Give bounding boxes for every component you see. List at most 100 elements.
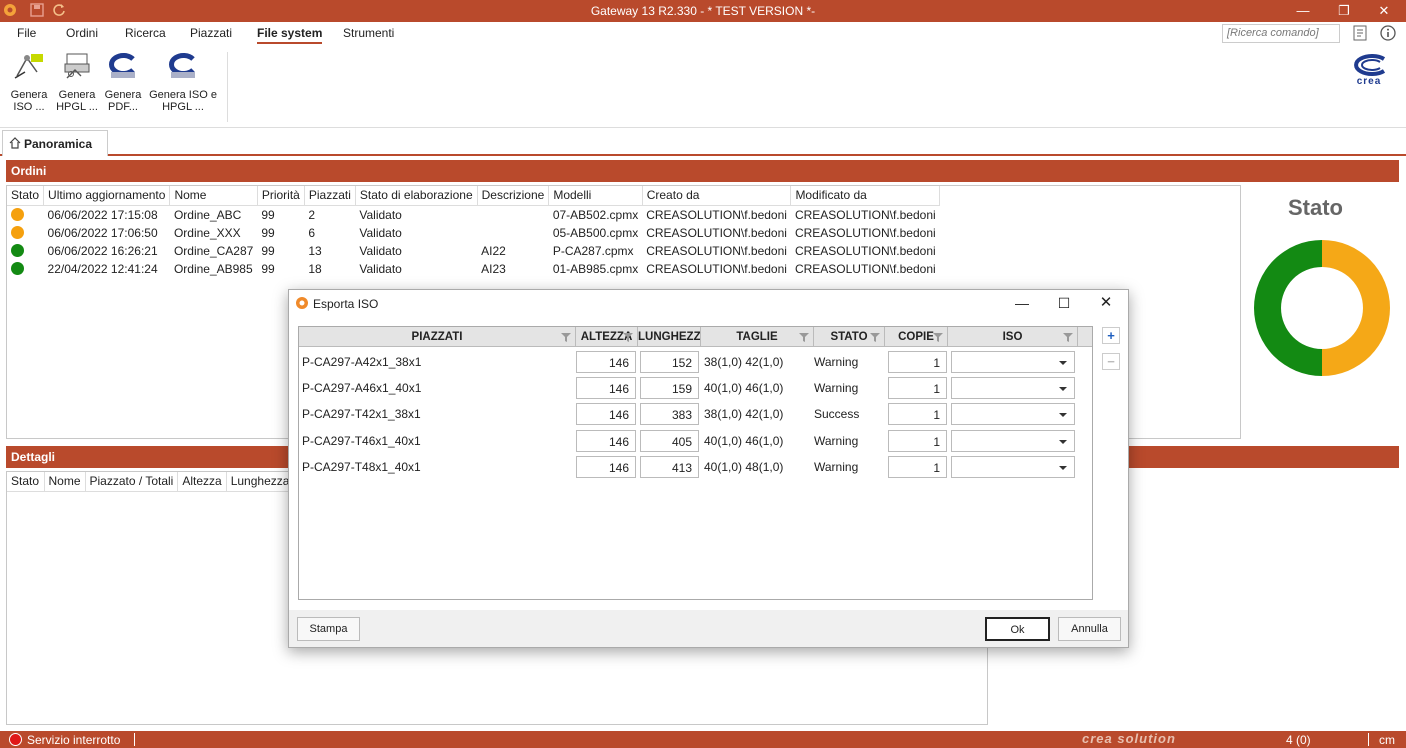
- menu-strumenti[interactable]: Strumenti: [343, 26, 394, 40]
- ordini-header-row: Stato Ultimo aggiornamento Nome Priorità…: [7, 186, 941, 206]
- altezza-field[interactable]: 146: [576, 377, 636, 399]
- piazzati-grid: PIAZZATI ALTEZZA LUNGHEZZA TAGLIE STATO …: [298, 326, 1093, 600]
- col-copie[interactable]: COPIE: [885, 327, 948, 347]
- menu-ricerca[interactable]: Ricerca: [125, 26, 166, 40]
- col-stato-elaborazione[interactable]: Stato di elaborazione: [355, 186, 478, 206]
- table-row[interactable]: P-CA297-T48x1_40x1 146 413 40(1,0) 48(1,…: [299, 454, 1092, 478]
- col-stato[interactable]: Stato: [7, 186, 45, 206]
- title-bar: Gateway 13 R2.330 - * TEST VERSION *- — …: [0, 0, 1406, 22]
- menu-piazzati[interactable]: Piazzati: [190, 26, 232, 40]
- altezza-field[interactable]: 146: [576, 351, 636, 373]
- col-modelli[interactable]: Modelli: [548, 186, 643, 206]
- command-search-input[interactable]: [Ricerca comando]: [1222, 24, 1340, 43]
- dettagli-header-row: Stato Nome Piazzato / Totali Altezza Lun…: [7, 472, 317, 492]
- service-status-icon: [9, 733, 22, 746]
- iso-select[interactable]: [951, 456, 1075, 478]
- altezza-field[interactable]: 146: [576, 456, 636, 478]
- copie-field[interactable]: 1: [888, 351, 947, 373]
- genera-pdf-button[interactable]: Genera PDF...: [100, 50, 146, 113]
- lunghezza-field[interactable]: 405: [640, 430, 699, 452]
- filter-icon[interactable]: [561, 332, 571, 342]
- document-icon[interactable]: [1353, 25, 1367, 41]
- unit-text[interactable]: cm: [1379, 733, 1395, 747]
- filter-icon[interactable]: [1063, 332, 1073, 342]
- genera-hpgl-button[interactable]: Genera HPGL ...: [54, 50, 100, 113]
- lunghezza-field[interactable]: 413: [640, 456, 699, 478]
- genera-iso-button[interactable]: Genera ISO ...: [6, 50, 52, 113]
- col-lunghezza[interactable]: Lunghezza: [226, 472, 295, 492]
- altezza-field[interactable]: 146: [576, 430, 636, 452]
- add-row-button[interactable]: +: [1102, 327, 1120, 344]
- iso-select[interactable]: [951, 377, 1075, 399]
- info-icon[interactable]: [1380, 25, 1396, 41]
- dialog-maximize-button[interactable]: ☐: [1053, 292, 1075, 314]
- table-row[interactable]: 06/06/2022 17:15:08 Ordine_ABC 99 2 Vali…: [7, 205, 940, 224]
- col-piazzati[interactable]: PIAZZATI: [299, 327, 576, 347]
- col-ultimo-aggiornamento[interactable]: Ultimo aggiornamento: [43, 186, 171, 206]
- stampa-button[interactable]: Stampa: [297, 617, 360, 641]
- col-iso[interactable]: ISO: [948, 327, 1078, 347]
- crea-logo-icon: [109, 53, 135, 78]
- copie-field[interactable]: 1: [888, 403, 947, 425]
- copie-field[interactable]: 1: [888, 430, 947, 452]
- table-row[interactable]: P-CA297-A42x1_38x1 146 152 38(1,0) 42(1,…: [299, 349, 1092, 373]
- col-nome[interactable]: Nome: [44, 472, 86, 492]
- table-row[interactable]: P-CA297-A46x1_40x1 146 159 40(1,0) 46(1,…: [299, 375, 1092, 399]
- lunghezza-field[interactable]: 152: [640, 351, 699, 373]
- table-row[interactable]: 22/04/2022 12:41:24 Ordine_AB985 99 18 V…: [7, 260, 940, 278]
- iso-export-icon: [14, 54, 43, 79]
- ok-button[interactable]: Ok: [985, 617, 1050, 641]
- col-priorita[interactable]: Priorità: [257, 186, 305, 206]
- dialog-minimize-button[interactable]: —: [1011, 292, 1033, 314]
- table-row[interactable]: 06/06/2022 16:26:21 Ordine_CA287 99 13 V…: [7, 242, 940, 260]
- col-creato-da[interactable]: Creato da: [642, 186, 792, 206]
- ribbon-separator: [227, 52, 228, 122]
- genera-iso-hpgl-button[interactable]: Genera ISO e HPGL ...: [148, 50, 218, 113]
- copie-field[interactable]: 1: [888, 456, 947, 478]
- menu-bar: File Ordini Ricerca Piazzati File system…: [0, 22, 1406, 46]
- col-altezza[interactable]: Altezza: [177, 472, 227, 492]
- col-taglie[interactable]: TAGLIE: [701, 327, 814, 347]
- col-stato[interactable]: Stato: [7, 472, 45, 492]
- col-lunghezza[interactable]: LUNGHEZZA: [638, 327, 701, 347]
- menu-file-system[interactable]: File system: [257, 26, 323, 44]
- lunghezza-field[interactable]: 159: [640, 377, 699, 399]
- col-descrizione[interactable]: Descrizione: [477, 186, 550, 206]
- crea-swoosh-icon: [1354, 54, 1386, 76]
- close-button[interactable]: ✕: [1364, 2, 1404, 20]
- col-stato[interactable]: STATO: [814, 327, 885, 347]
- table-row[interactable]: 06/06/2022 17:06:50 Ordine_XXX 99 6 Vali…: [7, 224, 940, 242]
- menu-file[interactable]: File: [17, 26, 36, 40]
- copie-field[interactable]: 1: [888, 377, 947, 399]
- status-bar: Servizio interrotto crea solution 4 (0) …: [0, 731, 1406, 748]
- altezza-field[interactable]: 146: [576, 403, 636, 425]
- iso-select[interactable]: [951, 403, 1075, 425]
- filter-icon[interactable]: [623, 332, 633, 342]
- filter-icon[interactable]: [799, 332, 809, 342]
- table-row[interactable]: P-CA297-T42x1_38x1 146 383 38(1,0) 42(1,…: [299, 401, 1092, 425]
- lunghezza-field[interactable]: 383: [640, 403, 699, 425]
- iso-select[interactable]: [951, 351, 1075, 373]
- filter-icon[interactable]: [933, 332, 943, 342]
- stato-donut-chart: [1254, 240, 1390, 376]
- dialog-body: PIAZZATI ALTEZZA LUNGHEZZA TAGLIE STATO …: [289, 316, 1128, 610]
- col-altezza[interactable]: ALTEZZA: [576, 327, 638, 347]
- col-piazzato-totali[interactable]: Piazzato / Totali: [85, 472, 179, 492]
- tab-panoramica[interactable]: Panoramica: [2, 130, 108, 156]
- crea-logo-icon: [169, 53, 195, 78]
- menu-ordini[interactable]: Ordini: [66, 26, 98, 40]
- col-modificato-da[interactable]: Modificato da: [790, 186, 941, 206]
- table-row[interactable]: P-CA297-T46x1_40x1 146 405 40(1,0) 46(1,…: [299, 428, 1092, 452]
- document-tabs: Panoramica: [0, 128, 1406, 156]
- donut-slice-orange: [1322, 240, 1390, 376]
- restore-button[interactable]: ❐: [1324, 2, 1364, 20]
- annulla-button[interactable]: Annulla: [1058, 617, 1121, 641]
- dettagli-table: Stato Nome Piazzato / Totali Altezza Lun…: [7, 472, 317, 492]
- minimize-button[interactable]: —: [1283, 2, 1323, 20]
- col-nome[interactable]: Nome: [169, 186, 258, 206]
- filter-icon[interactable]: [870, 332, 880, 342]
- col-piazzati[interactable]: Piazzati: [304, 186, 356, 206]
- iso-select[interactable]: [951, 430, 1075, 452]
- dialog-close-button[interactable]: ✕: [1095, 292, 1117, 314]
- remove-row-button[interactable]: −: [1102, 353, 1120, 370]
